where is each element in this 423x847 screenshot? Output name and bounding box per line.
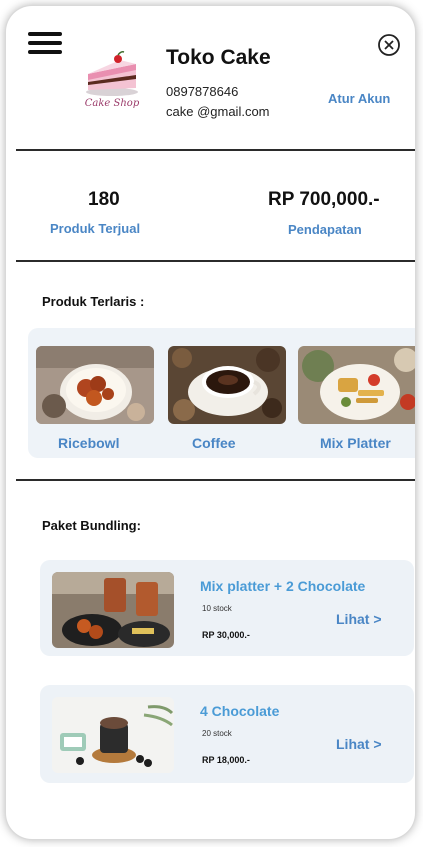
coffee-image[interactable]: [168, 346, 286, 424]
revenue-value: RP 700,000.-: [268, 189, 380, 210]
bundle-price: RP 30,000.-: [202, 630, 250, 640]
mix-platter-image[interactable]: [298, 346, 415, 424]
best-sellers-carousel: Ricebowl Coffee Mix Platter: [28, 328, 415, 458]
bundle-image: [52, 697, 174, 773]
stats-divider: [16, 260, 415, 262]
hamburger-menu-icon[interactable]: [28, 32, 62, 54]
bundle-card[interactable]: 4 Chocolate 20 stock RP 18,000.- Lihat >: [40, 685, 414, 783]
bundle-image: [52, 572, 174, 648]
bundle-price: RP 18,000.-: [202, 755, 250, 765]
close-circle-icon[interactable]: [376, 32, 402, 58]
best-seller-name[interactable]: Coffee: [192, 435, 236, 451]
cake-logo: Cake Shop: [76, 50, 148, 116]
logo-text: Cake Shop: [84, 98, 140, 109]
sold-label: Produk Terjual: [50, 221, 141, 236]
manage-account-link[interactable]: Atur Akun: [328, 91, 390, 106]
bundle-stock: 10 stock: [202, 604, 232, 613]
sold-count: 180: [88, 189, 120, 210]
best-sellers-title: Produk Terlaris :: [42, 294, 145, 309]
bundle-name: 4 Chocolate: [200, 703, 280, 719]
cake-slice-icon: [86, 51, 138, 96]
view-bundle-link[interactable]: Lihat >: [336, 736, 382, 752]
shop-phone: 0897878646: [166, 84, 239, 99]
bundle-stock: 20 stock: [202, 729, 232, 738]
phone-screen: Cake Shop Toko Cake 0897878646 cake @gma…: [6, 6, 415, 839]
bundle-name: Mix platter + 2 Chocolate: [200, 578, 366, 594]
shop-name: Toko Cake: [166, 46, 271, 69]
header-divider: [16, 149, 415, 151]
best-seller-name[interactable]: Mix Platter: [320, 435, 391, 451]
bundles-title: Paket Bundling:: [42, 518, 141, 533]
best-sellers-divider: [16, 479, 415, 481]
ricebowl-image[interactable]: [36, 346, 154, 424]
view-bundle-link[interactable]: Lihat >: [336, 611, 382, 627]
revenue-label: Pendapatan: [288, 222, 362, 237]
best-seller-name[interactable]: Ricebowl: [58, 435, 119, 451]
bundle-card[interactable]: Mix platter + 2 Chocolate 10 stock RP 30…: [40, 560, 414, 656]
shop-email: cake @gmail.com: [166, 104, 270, 119]
